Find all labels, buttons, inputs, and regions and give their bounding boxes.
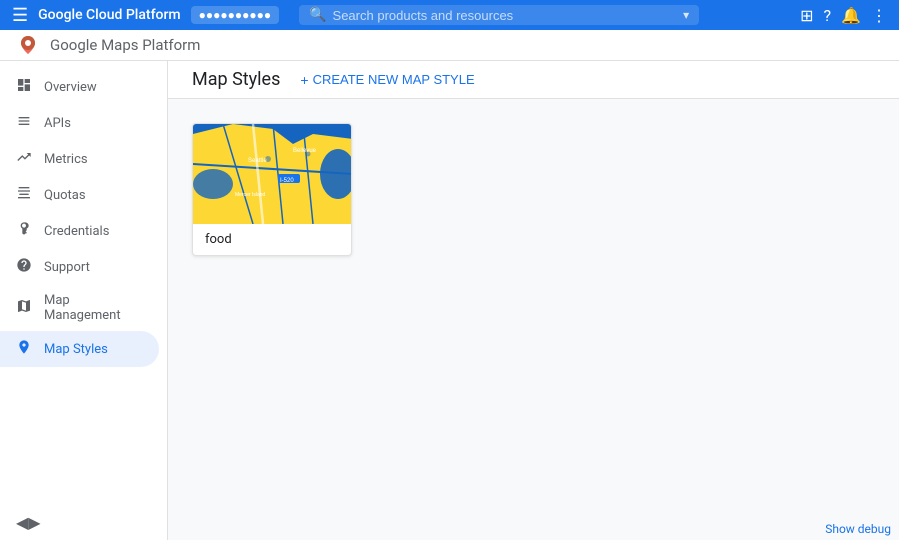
sidebar-item-support[interactable]: Support (0, 249, 159, 285)
search-icon: 🔍 (309, 7, 326, 23)
metrics-icon (16, 149, 32, 169)
sidebar-label-apis: APIs (44, 116, 71, 131)
notification-icon[interactable]: 🔔 (841, 6, 861, 25)
credentials-icon (16, 221, 32, 241)
sidebar-label-quotas: Quotas (44, 188, 86, 203)
sidebar-items: Overview APIs Metrics Quotas (0, 69, 167, 367)
content-header: Map Styles + CREATE NEW MAP STYLE (168, 61, 899, 99)
sidebar-label-credentials: Credentials (44, 224, 109, 239)
sidebar-label-metrics: Metrics (44, 152, 88, 167)
show-debug-button[interactable]: Show debug (817, 518, 899, 540)
topbar-account[interactable]: ●●●●●●●●●● (191, 6, 279, 24)
page-title: Map Styles (192, 69, 280, 90)
sidebar-item-metrics[interactable]: Metrics (0, 141, 159, 177)
menu-icon[interactable]: ☰ (12, 5, 28, 26)
map-styles-icon (16, 339, 32, 359)
create-btn-label: CREATE NEW MAP STYLE (313, 72, 475, 87)
search-input[interactable] (333, 8, 680, 23)
sidebar-item-map-management[interactable]: Map Management (0, 285, 159, 331)
search-dropdown-icon[interactable]: ▾ (683, 8, 689, 22)
quotas-icon (16, 185, 32, 205)
apps-icon[interactable]: ⊞ (800, 6, 813, 25)
sidebar-item-map-styles[interactable]: Map Styles (0, 331, 159, 367)
sidebar-label-map-styles: Map Styles (44, 342, 108, 357)
sidebar-label-support: Support (44, 260, 90, 275)
sidebar-item-overview[interactable]: Overview (0, 69, 159, 105)
topbar-right-icons: ⊞ ? 🔔 ⋮ (800, 6, 887, 25)
content-area: Map Styles + CREATE NEW MAP STYLE (168, 61, 899, 540)
create-icon: + (300, 72, 308, 88)
main-layout: Overview APIs Metrics Quotas (0, 61, 899, 540)
more-icon[interactable]: ⋮ (871, 6, 887, 25)
cards-area: Seattle Bellevue Mercer Island I-520 foo… (168, 99, 899, 280)
sidebar-label-overview: Overview (44, 80, 97, 95)
support-icon (16, 257, 32, 277)
sidebar-item-quotas[interactable]: Quotas (0, 177, 159, 213)
map-style-card-food[interactable]: Seattle Bellevue Mercer Island I-520 foo… (192, 123, 352, 256)
svg-text:I-520: I-520 (280, 178, 294, 184)
create-new-map-style-button[interactable]: + CREATE NEW MAP STYLE (300, 72, 474, 88)
help-icon[interactable]: ? (824, 6, 832, 25)
topbar: ☰ Google Cloud Platform ●●●●●●●●●● 🔍 ▾ ⊞… (0, 0, 899, 30)
sidebar-item-credentials[interactable]: Credentials (0, 213, 159, 249)
google-maps-logo (16, 33, 40, 57)
overview-icon (16, 77, 32, 97)
map-style-label: food (193, 224, 351, 255)
apis-icon (16, 113, 32, 133)
svg-text:Seattle: Seattle (248, 158, 267, 164)
sidebar-item-apis[interactable]: APIs (0, 105, 159, 141)
svg-text:Bellevue: Bellevue (293, 148, 317, 154)
topbar-title: Google Cloud Platform (38, 7, 180, 23)
sidebar-label-map-management: Map Management (44, 293, 143, 323)
sidebar-collapse-button[interactable]: ◀▶ (0, 505, 167, 540)
search-box: 🔍 ▾ (299, 5, 699, 25)
secondbar-title: Google Maps Platform (50, 36, 200, 54)
secondbar: Google Maps Platform (0, 30, 899, 61)
svg-text:Mercer Island: Mercer Island (235, 192, 266, 198)
sidebar: Overview APIs Metrics Quotas (0, 61, 168, 540)
map-management-icon (16, 298, 32, 318)
map-thumbnail: Seattle Bellevue Mercer Island I-520 (193, 124, 352, 224)
